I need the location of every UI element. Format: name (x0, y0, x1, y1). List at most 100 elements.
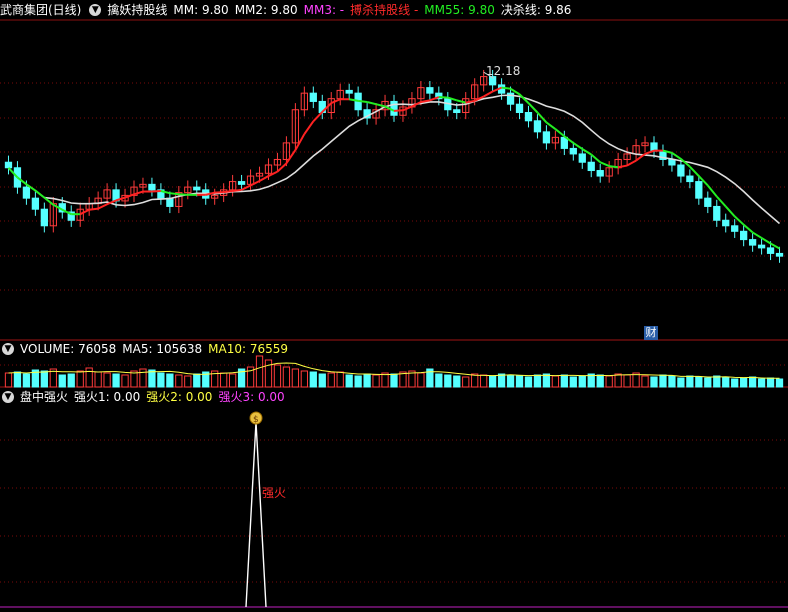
volume-bar (578, 375, 586, 388)
volume-bar (228, 373, 237, 388)
mm-line-segment (438, 96, 448, 99)
mm-line-segment (79, 208, 90, 216)
mm-line-segment (366, 101, 377, 106)
mm-line-segment (545, 121, 556, 130)
candle-body (453, 109, 461, 113)
volume-bar (139, 368, 147, 388)
volume-bar (641, 375, 649, 388)
candle-body (533, 120, 542, 133)
volume-bar (13, 371, 22, 388)
volume-bar (560, 374, 568, 388)
candle-body (596, 170, 604, 177)
mm-line-segment (456, 99, 466, 104)
candle-body (542, 131, 551, 144)
candle-body (309, 92, 317, 102)
signal-label: 强火 (262, 486, 287, 500)
mm-line-segment (689, 165, 700, 177)
volume-bar (569, 376, 577, 388)
mm-line-segment (124, 193, 135, 199)
volume-bar (193, 373, 201, 388)
mm-line-segment (34, 189, 45, 199)
volume-bar (766, 377, 775, 388)
chart-canvas: $ (0, 19, 788, 608)
volume-bar (4, 372, 13, 388)
volume-bar (166, 373, 174, 388)
volume-bar (76, 370, 84, 388)
volume-bar (506, 374, 515, 388)
mm-line-segment (312, 111, 323, 123)
volume-bar (157, 372, 165, 388)
candle-body (237, 181, 246, 185)
candle-body (668, 158, 676, 166)
mm-line-segment (617, 164, 628, 169)
volume-bar (650, 376, 658, 388)
volume-bar (22, 373, 31, 388)
mm-line-segment (97, 203, 108, 210)
volume-bar (112, 373, 120, 388)
candle-body (390, 100, 398, 116)
mm-line-segment (285, 149, 297, 164)
candle-body (775, 252, 784, 257)
mm-line-segment (483, 90, 494, 98)
mm-line-segment (761, 237, 772, 245)
candle-body (345, 89, 353, 94)
candle-body (722, 219, 730, 227)
volume-bar (148, 369, 156, 388)
volume-bar (748, 376, 757, 388)
volume-bar (659, 374, 667, 388)
mm-line-segment (241, 184, 251, 191)
mm-line-segment (151, 189, 161, 193)
candle-body (524, 112, 533, 122)
mm-line-segment (590, 153, 601, 163)
mm-line-segment (609, 165, 619, 169)
volume-bar (444, 374, 452, 388)
candle-body (686, 175, 694, 183)
volume-bar (480, 374, 488, 388)
mm-line-segment (303, 120, 315, 135)
volume-bar (740, 377, 748, 388)
mm-line-segment (250, 180, 260, 187)
volume-bar (264, 359, 273, 388)
mm-line-segment (393, 109, 404, 112)
mm-line-segment (89, 207, 99, 211)
volume-bar (381, 372, 389, 388)
mm-line-segment (223, 189, 233, 194)
candle-body (731, 225, 739, 232)
volume-bar (103, 372, 111, 388)
volume-bar (605, 375, 613, 388)
candle-body (713, 205, 721, 221)
high-price-label: 12.18 (486, 64, 521, 78)
volume-bar (695, 376, 703, 388)
volume-bar (623, 374, 631, 388)
volume-bar (704, 377, 712, 388)
volume-bar (497, 373, 506, 388)
candle-body (4, 161, 13, 169)
volume-bar (686, 375, 694, 388)
volume-bar (757, 378, 766, 388)
candle-body (704, 197, 712, 207)
volume-bar (327, 372, 335, 388)
volume-bar (515, 375, 524, 388)
mm-line-segment (527, 102, 539, 114)
volume-bar (184, 375, 192, 388)
volume-bar (471, 373, 479, 388)
mm-line-segment (724, 205, 736, 218)
volume-bar (94, 371, 102, 388)
candle-body (31, 197, 40, 210)
candle-body (740, 230, 748, 241)
candle-body (515, 103, 524, 113)
mm-line-segment (178, 193, 188, 196)
money-bag-glyph: $ (253, 415, 259, 425)
mm-line-segment (626, 159, 637, 167)
volume-bar (677, 377, 685, 388)
volume-bar (336, 371, 344, 388)
candle-body (193, 186, 201, 191)
volume-bar (668, 375, 676, 388)
candle-body (677, 164, 685, 177)
candle-body (40, 208, 48, 227)
volume-bar (345, 374, 353, 388)
mm-line-segment (501, 86, 511, 90)
volume-bar (318, 373, 326, 388)
candle-body (569, 147, 577, 155)
finance-tag[interactable]: 财 (644, 326, 658, 340)
